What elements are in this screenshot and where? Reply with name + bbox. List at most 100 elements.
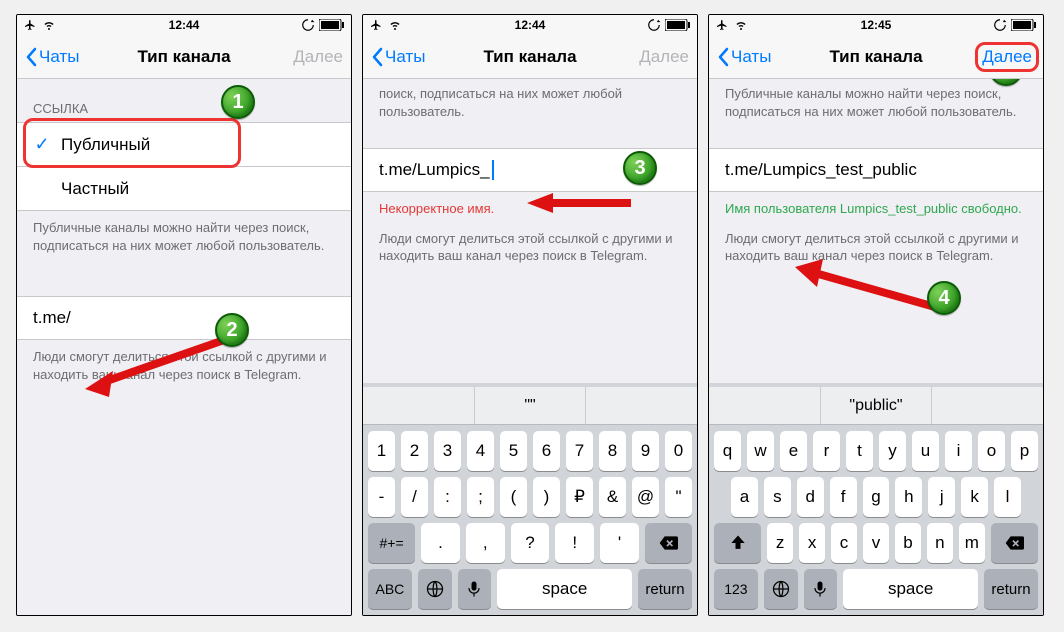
rotation-lock-icon <box>301 18 315 32</box>
key-backspace[interactable] <box>645 523 692 563</box>
key[interactable]: . <box>421 523 460 563</box>
key[interactable]: 1 <box>368 431 395 471</box>
key[interactable]: d <box>797 477 824 517</box>
key[interactable]: 5 <box>500 431 527 471</box>
key[interactable]: @ <box>632 477 659 517</box>
key[interactable]: t <box>846 431 873 471</box>
note-public: Публичные каналы можно найти через поиск… <box>17 211 351 270</box>
key-123[interactable]: 123 <box>714 569 758 609</box>
key[interactable]: - <box>368 477 395 517</box>
annotation-badge-1: 1 <box>221 85 255 119</box>
status-time: 12:44 <box>515 18 546 32</box>
key-mic[interactable] <box>458 569 492 609</box>
key[interactable]: u <box>912 431 939 471</box>
key[interactable]: ₽ <box>566 477 593 517</box>
key-return[interactable]: return <box>984 569 1038 609</box>
key[interactable]: s <box>764 477 791 517</box>
suggestion[interactable] <box>932 387 1043 424</box>
key-backspace[interactable] <box>991 523 1038 563</box>
nav-bar: Чаты Тип канала Далее <box>363 35 697 79</box>
option-private[interactable]: ✓ Частный <box>17 167 351 211</box>
airplane-icon <box>369 19 383 31</box>
key[interactable]: o <box>978 431 1005 471</box>
key-globe[interactable] <box>418 569 452 609</box>
key[interactable]: 0 <box>665 431 692 471</box>
option-private-label: Частный <box>61 179 129 199</box>
key[interactable]: 6 <box>533 431 560 471</box>
key[interactable]: b <box>895 523 921 563</box>
battery-icon <box>1011 19 1037 31</box>
next-button[interactable]: Далее <box>293 47 343 66</box>
key[interactable]: & <box>599 477 626 517</box>
key[interactable]: m <box>959 523 985 563</box>
key[interactable]: 2 <box>401 431 428 471</box>
key[interactable]: a <box>731 477 758 517</box>
key-shift[interactable] <box>714 523 761 563</box>
key[interactable]: e <box>780 431 807 471</box>
key[interactable]: h <box>895 477 922 517</box>
key[interactable]: : <box>434 477 461 517</box>
key-globe[interactable] <box>764 569 798 609</box>
annotation-arrow <box>523 191 633 215</box>
suggestion-bar[interactable]: "public" <box>709 387 1043 425</box>
key[interactable]: p <box>1011 431 1038 471</box>
key[interactable]: f <box>830 477 857 517</box>
option-public[interactable]: ✓ Публичный <box>17 122 351 167</box>
phone-3: 12:45 Чаты Тип канала Далее Публичные ка… <box>708 14 1044 616</box>
note-top: поиск, подписаться на них может любой по… <box>363 79 697 136</box>
key[interactable]: j <box>928 477 955 517</box>
key[interactable]: l <box>994 477 1021 517</box>
suggestion-bar[interactable]: "" <box>363 387 697 425</box>
key[interactable]: c <box>831 523 857 563</box>
key[interactable]: " <box>665 477 692 517</box>
suggestion[interactable] <box>586 387 697 424</box>
back-button[interactable]: Чаты <box>717 47 771 67</box>
link-input-value: t.me/ <box>33 308 71 328</box>
airplane-icon <box>715 19 729 31</box>
key[interactable]: z <box>767 523 793 563</box>
key[interactable]: ? <box>511 523 550 563</box>
back-button[interactable]: Чаты <box>25 47 79 67</box>
key[interactable]: n <box>927 523 953 563</box>
key[interactable]: ; <box>467 477 494 517</box>
key[interactable]: 7 <box>566 431 593 471</box>
key[interactable]: k <box>961 477 988 517</box>
key[interactable]: 9 <box>632 431 659 471</box>
key[interactable]: r <box>813 431 840 471</box>
key[interactable]: 8 <box>599 431 626 471</box>
airplane-icon <box>23 19 37 31</box>
key[interactable]: , <box>466 523 505 563</box>
key[interactable]: ' <box>600 523 639 563</box>
note-success: Имя пользователя Lumpics_test_public сво… <box>709 192 1043 222</box>
key-space[interactable]: space <box>497 569 632 609</box>
key[interactable]: g <box>863 477 890 517</box>
key[interactable]: w <box>747 431 774 471</box>
key[interactable]: i <box>945 431 972 471</box>
key-return[interactable]: return <box>638 569 692 609</box>
key[interactable]: 4 <box>467 431 494 471</box>
key[interactable]: ( <box>500 477 527 517</box>
key[interactable]: x <box>799 523 825 563</box>
key-mic[interactable] <box>804 569 838 609</box>
key[interactable]: ! <box>555 523 594 563</box>
next-button[interactable]: Далее <box>639 47 689 66</box>
key-space[interactable]: space <box>843 569 978 609</box>
key[interactable]: 3 <box>434 431 461 471</box>
checkmark-icon: ✓ <box>33 134 51 155</box>
key-symbols[interactable]: #+= <box>368 523 415 563</box>
suggestion[interactable]: "" <box>475 387 587 424</box>
key[interactable]: v <box>863 523 889 563</box>
key[interactable]: q <box>714 431 741 471</box>
back-button[interactable]: Чаты <box>371 47 425 67</box>
key-abc[interactable]: ABC <box>368 569 412 609</box>
suggestion[interactable] <box>709 387 821 424</box>
annotation-badge-3: 3 <box>623 151 657 185</box>
suggestion[interactable] <box>363 387 475 424</box>
status-bar: 12:45 <box>709 15 1043 35</box>
key[interactable]: y <box>879 431 906 471</box>
suggestion[interactable]: "public" <box>821 387 933 424</box>
key[interactable]: / <box>401 477 428 517</box>
next-button[interactable]: Далее <box>982 47 1032 66</box>
link-input[interactable]: t.me/Lumpics_test_public <box>709 148 1043 192</box>
key[interactable]: ) <box>533 477 560 517</box>
